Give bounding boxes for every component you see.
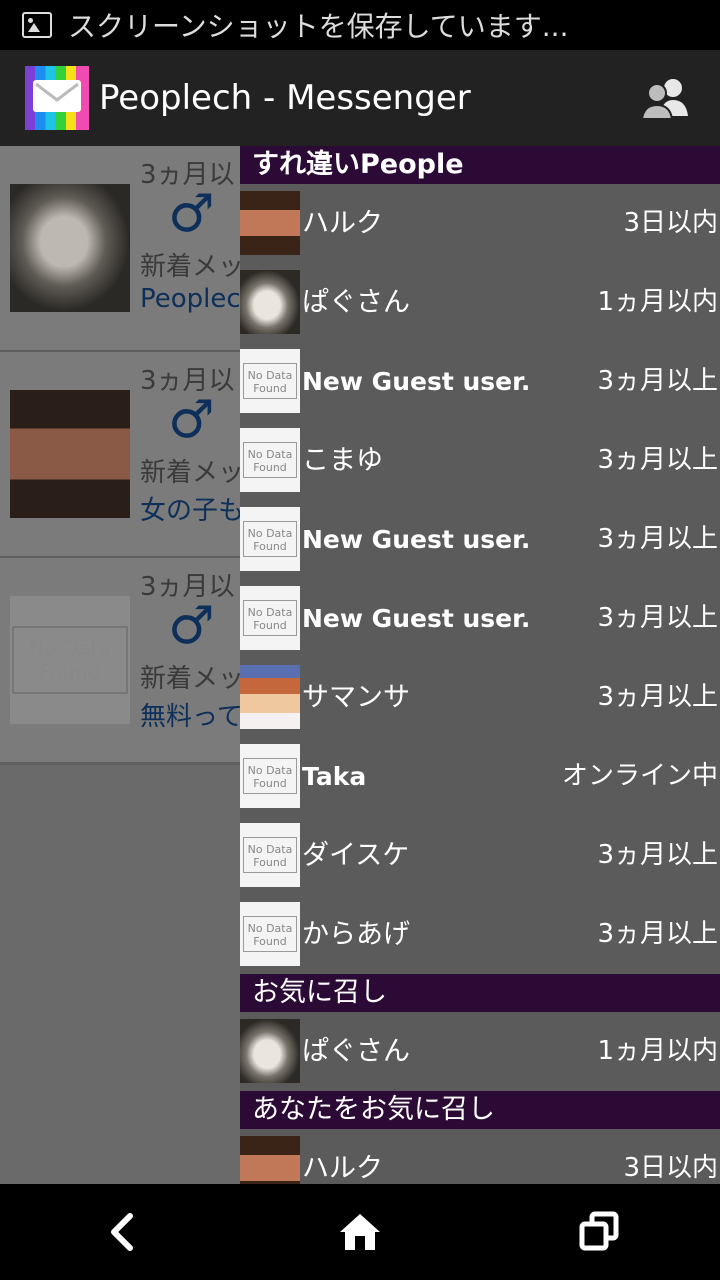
no-data-text: Found — [39, 660, 101, 684]
avatar — [240, 270, 300, 334]
avatar — [240, 665, 300, 729]
no-data-text: No Data — [247, 922, 293, 935]
list-item[interactable]: No Data Found Taka オンライン中 — [240, 737, 720, 816]
message-preview: Peoplec — [140, 284, 241, 314]
last-seen: 3ヵ月以上 — [597, 366, 718, 396]
image-icon — [22, 12, 52, 38]
section-header-favorited-by: あなたをお気に召し — [240, 1091, 720, 1129]
no-data-text: No Data — [247, 369, 293, 382]
message-preview: 女の子も — [140, 496, 245, 526]
user-name: からあげ — [302, 919, 410, 950]
new-message-label: 新着メッ — [140, 664, 245, 694]
avatar: No Data Found — [240, 586, 300, 650]
user-name: ぱぐさん — [302, 287, 410, 318]
no-data-text: No Data — [247, 843, 293, 856]
list-item[interactable]: ぱぐさん 1ヵ月以内 — [240, 1012, 720, 1091]
avatar: No Data Found — [240, 349, 300, 413]
navigation-bar — [0, 1184, 720, 1280]
list-item[interactable]: No Data Found 3ヵ月以 ♂ 新着メッ 無料って — [0, 558, 244, 765]
list-item[interactable]: No Data Found New Guest user. 3ヵ月以上 — [240, 500, 720, 579]
list-item[interactable]: ハルク 3日以内 — [240, 184, 720, 263]
home-icon[interactable] — [330, 1202, 390, 1262]
male-icon: ♂ — [168, 184, 215, 244]
list-item[interactable]: No Data Found ダイスケ 3ヵ月以上 — [240, 816, 720, 895]
no-data-text: Found — [253, 461, 287, 474]
last-seen: 3ヵ月以上 — [597, 919, 718, 949]
app-logo-icon[interactable] — [25, 66, 89, 130]
user-name: ぱぐさん — [302, 1036, 410, 1067]
no-data-text: Found — [253, 935, 287, 948]
action-bar: Peoplech - Messenger — [0, 50, 720, 146]
no-data-text: No Data — [247, 606, 293, 619]
male-icon: ♂ — [168, 596, 215, 656]
notification-text: スクリーンショットを保存しています... — [68, 10, 569, 43]
list-item[interactable]: ハルク 3日以内 — [240, 1129, 720, 1184]
last-seen: 3ヵ月以上 — [597, 682, 718, 712]
message-preview: 無料って — [140, 702, 243, 732]
avatar: No Data Found — [10, 596, 130, 724]
user-name: こまゆ — [302, 445, 383, 476]
no-data-text: No Data — [247, 527, 293, 540]
list-item[interactable]: 3ヵ月以 ♂ 新着メッ 女の子も — [0, 352, 244, 559]
last-seen: 3ヵ月以上 — [597, 603, 718, 633]
last-seen: 3ヵ月以上 — [597, 840, 718, 870]
last-seen: 3ヵ月以上 — [597, 445, 718, 475]
list-item[interactable]: No Data Found こまゆ 3ヵ月以上 — [240, 421, 720, 500]
user-name: New Guest user. — [302, 367, 531, 396]
last-seen: 1ヵ月以内 — [597, 287, 718, 317]
people-icon[interactable] — [640, 76, 690, 120]
avatar — [240, 1019, 300, 1083]
avatar: No Data Found — [240, 428, 300, 492]
app-title: Peoplech - Messenger — [99, 78, 471, 118]
user-name: ダイスケ — [302, 840, 410, 871]
avatar — [240, 1136, 300, 1184]
no-data-text: Found — [253, 619, 287, 632]
user-name: ハルク — [302, 208, 383, 239]
user-name: ハルク — [302, 1153, 383, 1184]
list-item[interactable]: サマンサ 3ヵ月以上 — [240, 658, 720, 737]
last-seen: 3ヵ月以上 — [597, 524, 718, 554]
no-data-text: Found — [253, 382, 287, 395]
last-seen: 1ヵ月以内 — [597, 1036, 718, 1066]
male-icon: ♂ — [168, 390, 215, 450]
last-seen: 3日以内 — [623, 208, 718, 238]
new-message-label: 新着メッ — [140, 252, 245, 282]
list-item[interactable]: 3ヵ月以 ♂ 新着メッ Peoplec — [0, 146, 244, 353]
last-seen: オンライン中 — [561, 761, 718, 791]
no-data-text: Found — [253, 856, 287, 869]
no-data-text: No Data — [247, 448, 293, 461]
avatar — [240, 191, 300, 255]
no-data-text: No Data — [29, 636, 111, 660]
avatar: No Data Found — [240, 744, 300, 808]
section-header-favorites: お気に召し — [240, 974, 720, 1012]
no-data-text: No Data — [247, 764, 293, 777]
section-header-passing: すれ違いPeople — [240, 146, 720, 184]
user-name: サマンサ — [302, 682, 410, 713]
status-bar: スクリーンショットを保存しています... — [0, 0, 720, 50]
avatar: No Data Found — [240, 823, 300, 887]
avatar: No Data Found — [240, 507, 300, 571]
user-name: New Guest user. — [302, 604, 531, 633]
list-item[interactable]: No Data Found New Guest user. 3ヵ月以上 — [240, 342, 720, 421]
list-item[interactable]: No Data Found からあげ 3ヵ月以上 — [240, 895, 720, 974]
avatar — [10, 184, 130, 312]
people-drawer: すれ違いPeople ハルク 3日以内 ぱぐさん 1ヵ月以内 No Data Fo… — [240, 146, 720, 1184]
no-data-text: Found — [253, 777, 287, 790]
recent-apps-icon[interactable] — [570, 1202, 630, 1262]
user-name: Taka — [302, 762, 367, 791]
avatar — [10, 390, 130, 518]
avatar: No Data Found — [240, 902, 300, 966]
new-message-label: 新着メッ — [140, 458, 245, 488]
no-data-text: Found — [253, 540, 287, 553]
last-seen: 3日以内 — [623, 1153, 718, 1183]
list-item[interactable]: No Data Found New Guest user. 3ヵ月以上 — [240, 579, 720, 658]
back-icon[interactable] — [92, 1202, 152, 1262]
list-item[interactable]: ぱぐさん 1ヵ月以内 — [240, 263, 720, 342]
user-name: New Guest user. — [302, 525, 531, 554]
